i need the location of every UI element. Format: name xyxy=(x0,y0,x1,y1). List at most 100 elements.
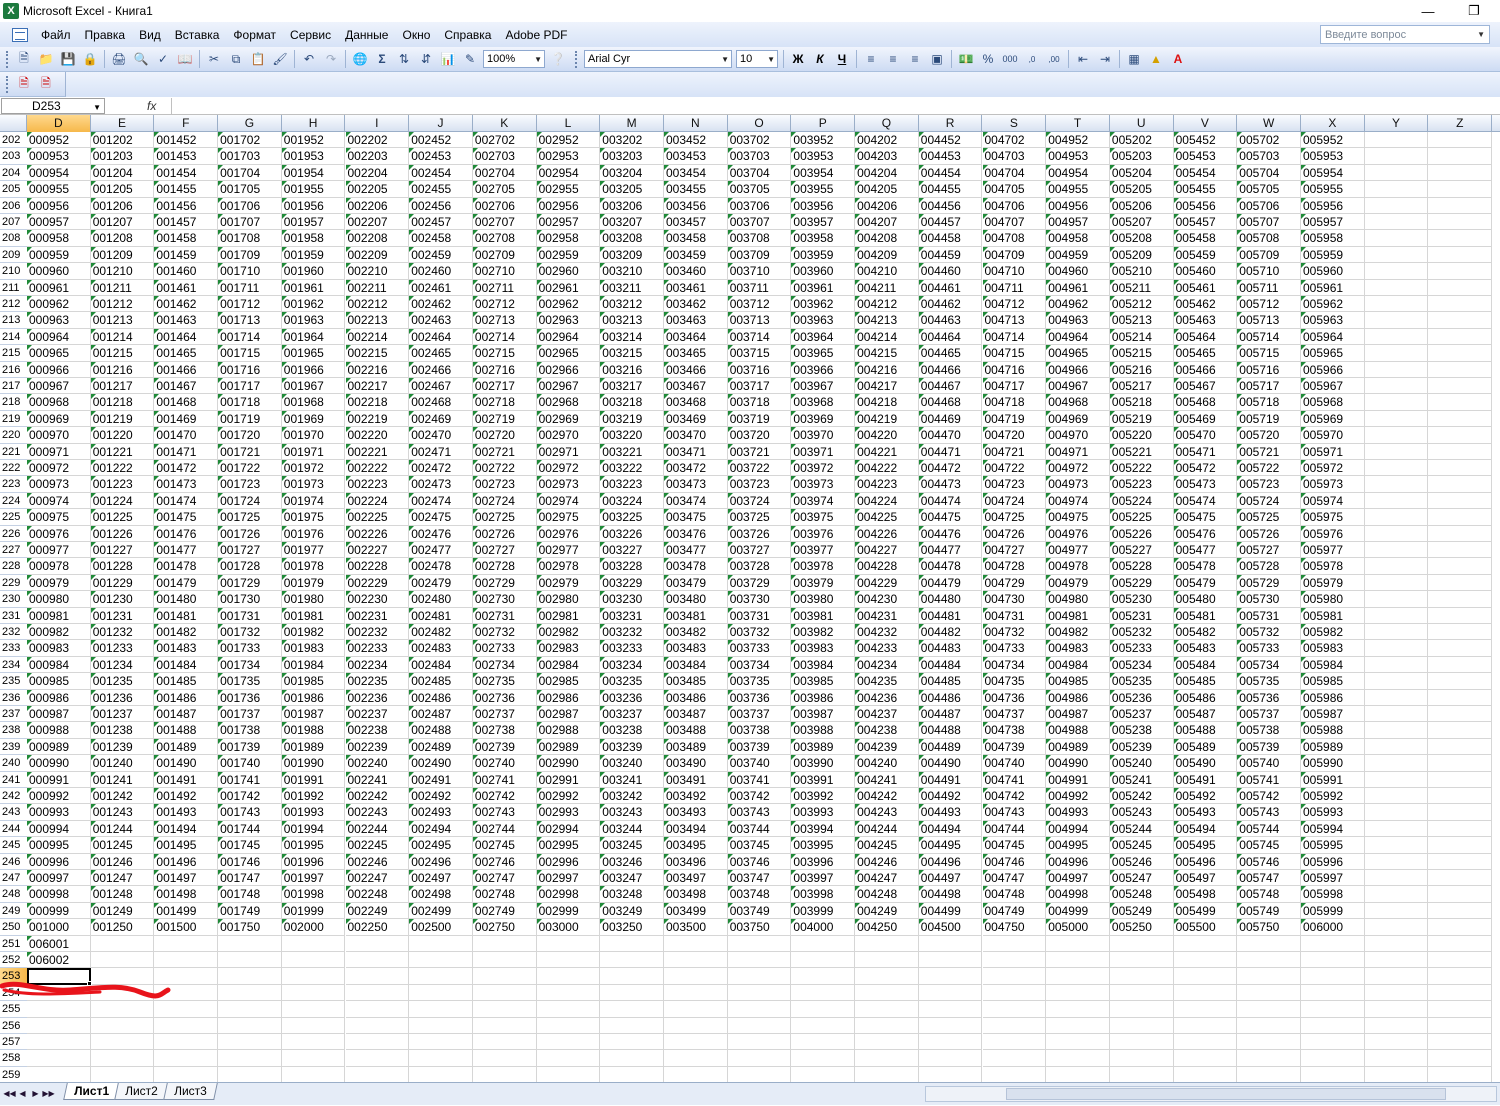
cell-T256[interactable] xyxy=(1046,1017,1110,1034)
cell-Y221[interactable] xyxy=(1364,443,1429,460)
cell-S259[interactable] xyxy=(983,1066,1047,1082)
cell-J252[interactable] xyxy=(409,952,473,969)
cell-T225[interactable]: 004975 xyxy=(1046,509,1110,526)
cell-U208[interactable]: 005208 xyxy=(1109,230,1174,247)
cell-N237[interactable]: 003487 xyxy=(664,706,728,723)
cell-M227[interactable]: 003227 xyxy=(600,542,664,559)
cell-Z256[interactable] xyxy=(1428,1017,1493,1034)
cell-X222[interactable]: 005972 xyxy=(1301,460,1365,477)
cell-S220[interactable]: 004720 xyxy=(982,427,1047,444)
cell-V209[interactable]: 005459 xyxy=(1173,246,1238,264)
copy-icon[interactable]: ⧉ xyxy=(226,49,246,69)
cell-K242[interactable]: 002742 xyxy=(472,788,537,805)
cell-Y228[interactable] xyxy=(1364,558,1429,575)
cell-E218[interactable]: 001218 xyxy=(90,394,155,411)
cell-X223[interactable]: 005973 xyxy=(1301,476,1365,493)
cell-J208[interactable]: 002458 xyxy=(409,230,473,247)
cell-G231[interactable]: 001731 xyxy=(218,607,282,624)
cell-Q208[interactable]: 004208 xyxy=(855,230,919,247)
cell-L202[interactable]: 002952 xyxy=(536,132,601,149)
font-size-select[interactable]: 10 ▼ xyxy=(736,50,778,68)
cell-K231[interactable]: 002731 xyxy=(472,607,537,624)
cell-R248[interactable]: 004498 xyxy=(918,886,983,903)
cell-Q205[interactable]: 004205 xyxy=(855,181,919,198)
cell-I254[interactable] xyxy=(345,984,410,1002)
cell-N231[interactable]: 003481 xyxy=(664,607,728,624)
cell-F205[interactable]: 001455 xyxy=(154,181,219,198)
cell-I211[interactable]: 002211 xyxy=(345,279,410,296)
cell-W217[interactable]: 005717 xyxy=(1237,378,1301,395)
cell-T220[interactable]: 004970 xyxy=(1046,427,1110,444)
cell-V221[interactable]: 005471 xyxy=(1173,443,1238,460)
cell-O234[interactable]: 003734 xyxy=(727,656,792,674)
cell-W239[interactable]: 005739 xyxy=(1237,738,1301,756)
cell-U232[interactable]: 005232 xyxy=(1109,624,1174,641)
select-all-corner[interactable] xyxy=(0,115,27,132)
cell-U255[interactable] xyxy=(1109,1001,1174,1018)
cell-E233[interactable]: 001233 xyxy=(90,640,155,657)
cell-L251[interactable] xyxy=(536,935,601,952)
cell-X226[interactable]: 005976 xyxy=(1301,525,1365,542)
cell-I207[interactable]: 002207 xyxy=(345,214,410,231)
cell-D246[interactable]: 000996 xyxy=(27,853,91,870)
cell-W224[interactable]: 005724 xyxy=(1237,492,1301,510)
cell-D247[interactable]: 000997 xyxy=(27,870,91,887)
cell-X210[interactable]: 005960 xyxy=(1301,263,1365,280)
cell-V224[interactable]: 005474 xyxy=(1173,492,1238,510)
cell-X234[interactable]: 005984 xyxy=(1301,656,1365,674)
cell-D229[interactable]: 000979 xyxy=(27,574,91,592)
cell-G203[interactable]: 001703 xyxy=(218,148,282,165)
cell-V213[interactable]: 005463 xyxy=(1173,312,1238,329)
prev-sheet-icon[interactable]: ◀ xyxy=(16,1087,29,1101)
cell-F214[interactable]: 001464 xyxy=(154,328,219,346)
cell-T232[interactable]: 004982 xyxy=(1046,624,1110,641)
cell-T229[interactable]: 004979 xyxy=(1046,574,1110,592)
cell-U217[interactable]: 005217 xyxy=(1109,378,1174,395)
row-header-204[interactable]: 204 xyxy=(0,165,27,182)
cell-X227[interactable]: 005977 xyxy=(1301,542,1365,559)
cell-G222[interactable]: 001722 xyxy=(218,460,282,477)
cell-Z255[interactable] xyxy=(1428,1001,1493,1018)
cell-O255[interactable] xyxy=(727,1001,792,1018)
cell-D206[interactable]: 000956 xyxy=(27,197,91,214)
cell-E216[interactable]: 001216 xyxy=(90,361,155,378)
cell-W238[interactable]: 005738 xyxy=(1237,722,1301,739)
cell-L247[interactable]: 002997 xyxy=(536,870,601,887)
cell-L220[interactable]: 002970 xyxy=(536,427,601,444)
cell-H243[interactable]: 001993 xyxy=(281,804,346,821)
cell-X228[interactable]: 005978 xyxy=(1301,558,1365,575)
cell-F213[interactable]: 001463 xyxy=(154,312,219,329)
cell-N249[interactable]: 003499 xyxy=(664,902,728,920)
font-name-select[interactable]: Arial Cyr ▼ xyxy=(584,50,732,68)
cell-E251[interactable] xyxy=(90,935,155,952)
column-header-E[interactable]: E xyxy=(91,115,155,132)
cell-Z240[interactable] xyxy=(1428,755,1493,772)
cell-Q227[interactable]: 004227 xyxy=(855,542,919,559)
cell-F241[interactable]: 001491 xyxy=(154,771,219,788)
cell-Y226[interactable] xyxy=(1364,525,1429,542)
cell-S225[interactable]: 004725 xyxy=(982,509,1047,526)
cell-E258[interactable] xyxy=(90,1050,155,1067)
cell-O247[interactable]: 003747 xyxy=(727,870,792,887)
currency-icon[interactable]: 💵 xyxy=(956,49,976,69)
cell-O209[interactable]: 003709 xyxy=(727,246,792,264)
cell-M246[interactable]: 003246 xyxy=(600,853,664,870)
cell-F225[interactable]: 001475 xyxy=(154,509,219,526)
cell-V223[interactable]: 005473 xyxy=(1173,476,1238,493)
cell-Z222[interactable] xyxy=(1428,460,1493,477)
row-header-248[interactable]: 248 xyxy=(0,886,27,903)
cell-M202[interactable]: 003202 xyxy=(600,132,664,149)
cell-X252[interactable] xyxy=(1301,952,1365,969)
zoom-select[interactable]: 100% ▼ xyxy=(483,50,545,68)
cell-F223[interactable]: 001473 xyxy=(154,476,219,493)
cell-R256[interactable] xyxy=(918,1017,983,1034)
cell-F229[interactable]: 001479 xyxy=(154,574,219,592)
cell-R203[interactable]: 004453 xyxy=(918,148,983,165)
cell-E208[interactable]: 001208 xyxy=(90,230,155,247)
cell-P224[interactable]: 003974 xyxy=(791,492,856,510)
cell-Z214[interactable] xyxy=(1428,328,1493,346)
row-header-227[interactable]: 227 xyxy=(0,542,27,559)
row-header-223[interactable]: 223 xyxy=(0,476,27,493)
cell-N213[interactable]: 003463 xyxy=(664,312,728,329)
cell-Y257[interactable] xyxy=(1364,1034,1429,1051)
